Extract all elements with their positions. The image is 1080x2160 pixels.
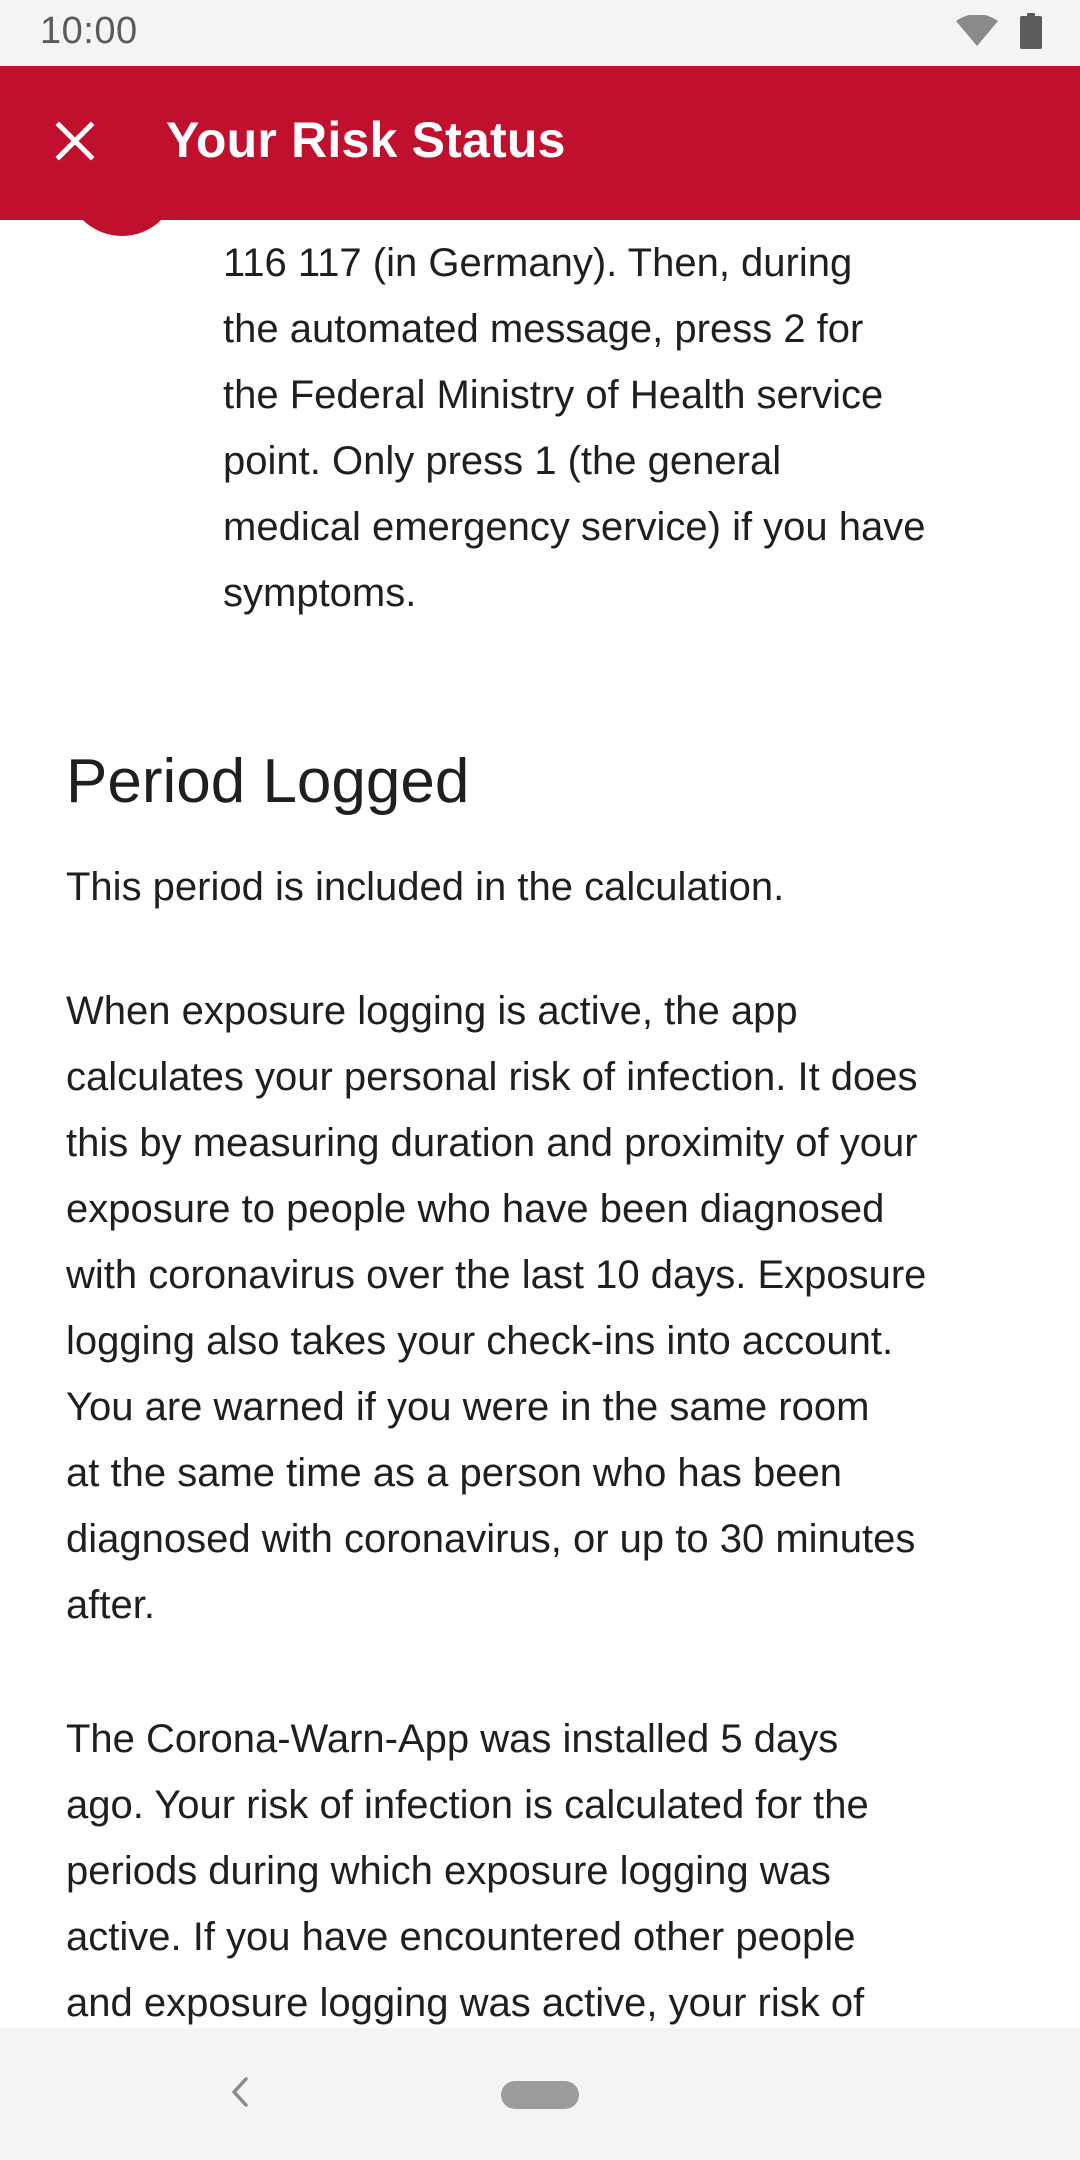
wifi-icon [956, 13, 998, 52]
status-time: 10:00 [40, 10, 138, 52]
battery-icon [1020, 12, 1042, 54]
installation-paragraph: The Corona-Warn-App was installed 5 days… [66, 1717, 869, 2025]
close-icon [55, 120, 95, 166]
section-subtitle: This period is included in the calculati… [66, 865, 785, 909]
back-button[interactable] [218, 2072, 262, 2116]
hotline-step-badge [66, 220, 178, 236]
home-pill-icon[interactable] [501, 2081, 579, 2109]
page-title: Your Risk Status [166, 112, 566, 168]
system-nav-bar [0, 2028, 1080, 2160]
content-scroll-area[interactable]: 116 117 (in Germany). Then, during the a… [0, 220, 1080, 2028]
close-button[interactable] [42, 110, 108, 176]
exposure-logging-paragraph: When exposure logging is active, the app… [66, 989, 927, 1627]
section-title: Period Logged [66, 747, 470, 816]
app-bar: Your Risk Status [0, 66, 1080, 220]
status-icons [956, 12, 1042, 54]
hotline-step-text: 116 117 (in Germany). Then, during the a… [223, 241, 926, 615]
back-chevron-icon [230, 2076, 250, 2113]
status-bar: 10:00 [0, 0, 1080, 66]
risk-status-screen: 10:00 Your Risk Status 116 117 (in Germa… [0, 0, 1080, 2160]
